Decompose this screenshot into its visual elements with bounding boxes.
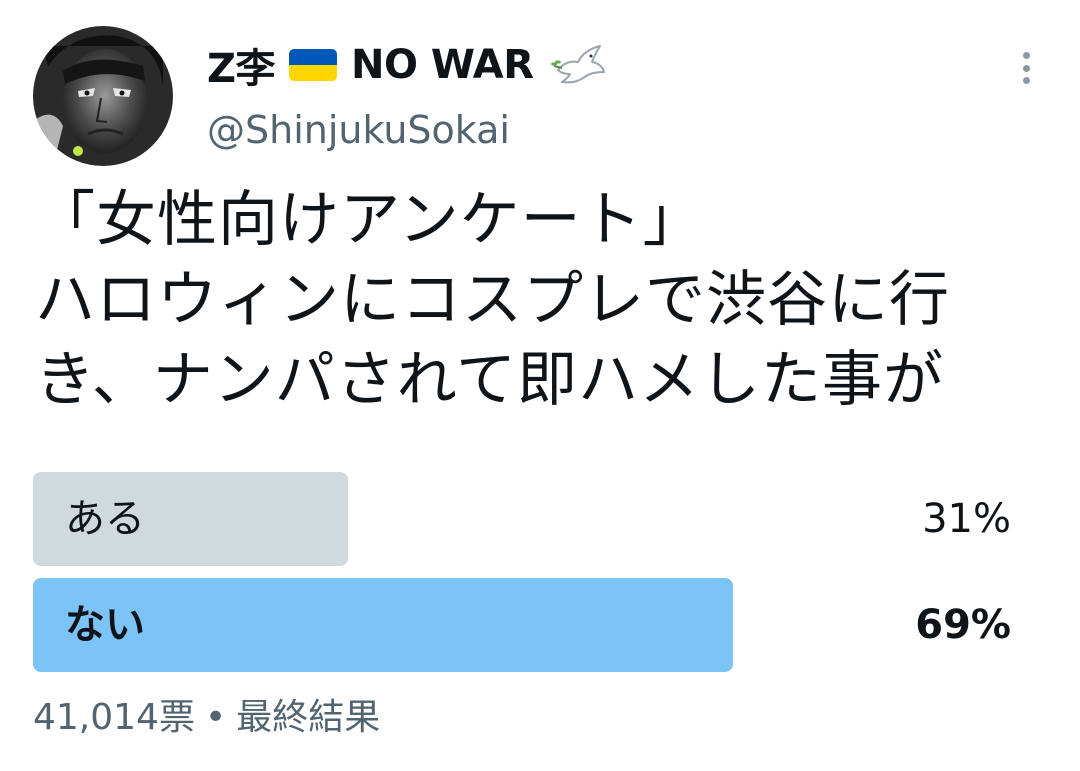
poll-option-percent: 31% xyxy=(922,496,1011,542)
display-name-suffix[interactable]: NO WAR xyxy=(351,42,534,88)
author-name-row[interactable]: Z李 NO WAR xyxy=(207,40,606,92)
poll-status: 最終結果 xyxy=(236,697,381,738)
separator-dot: • xyxy=(204,697,227,738)
poll-footer: 41,014票 • 最終結果 xyxy=(33,694,380,742)
more-options-icon[interactable] xyxy=(1010,50,1042,86)
display-name[interactable]: Z李 xyxy=(207,36,276,94)
tweet-text: 「女性向けアンケート」 ハロウィンにコスプレで渋谷に行 き、ナンパされて即ハメし… xyxy=(35,180,1035,420)
tweet-line: 「女性向けアンケート」 xyxy=(35,185,704,255)
peace-dove-icon xyxy=(548,42,606,88)
poll-option-label: ある xyxy=(65,496,145,542)
avatar[interactable] xyxy=(33,26,173,166)
author-handle[interactable]: @ShinjukuSokai xyxy=(207,108,510,152)
avatar-image xyxy=(33,26,173,166)
tweet-line: ハロウィンにコスプレで渋谷に行 xyxy=(35,265,950,335)
poll-vote-count: 41,014票 xyxy=(33,697,195,738)
poll-option-nai: ない 69% xyxy=(33,578,1033,672)
poll-option-label: ない xyxy=(65,602,145,648)
tweet-line: き、ナンパされて即ハメした事が xyxy=(35,345,944,415)
poll-option-percent: 69% xyxy=(915,602,1011,648)
ukraine-flag-icon xyxy=(289,49,338,81)
poll-option-aru: ある 31% xyxy=(33,472,1033,566)
